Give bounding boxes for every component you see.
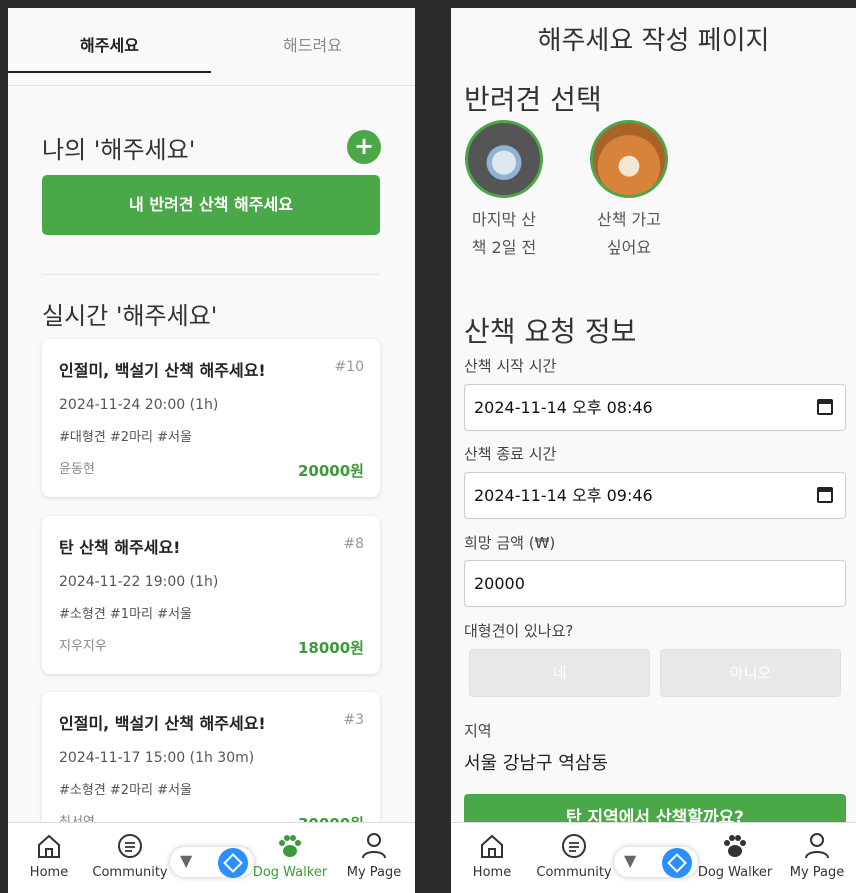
nav-community-label: Community — [92, 865, 168, 880]
pet-label-line: 마지막 산 — [472, 210, 536, 229]
end-time-label: 산책 종료 시간 — [464, 445, 557, 463]
card-tags: #소형견 #1마리 #서울 — [59, 607, 192, 622]
price-label: 희망 금액 (₩) — [464, 534, 556, 552]
card-author: 윤동현 — [59, 462, 95, 477]
region-value: 서울 강남구 역삼동 — [464, 753, 608, 774]
pet-option[interactable]: 마지막 산 책 2일 전 — [454, 120, 554, 262]
card-tags: #대형견 #2마리 #서울 — [59, 430, 192, 445]
nav-home[interactable]: Home — [465, 831, 519, 880]
card-title: 인절미, 백설기 산책 해주세요! — [59, 714, 266, 733]
pet-label-line: 산책 가고 — [597, 210, 661, 229]
tab-offer[interactable]: 해드려요 — [211, 32, 414, 56]
live-requests-title: 실시간 '해주세요' — [42, 302, 218, 330]
nav-dog-walker-label: Dog Walker — [252, 865, 328, 880]
pet-label: 마지막 산 책 2일 전 — [454, 206, 554, 262]
card-tags: #소형견 #2마리 #서울 — [59, 783, 192, 798]
tab-bar: 해주세요 해드려요 — [8, 8, 415, 86]
start-time-label: 산책 시작 시간 — [464, 357, 557, 375]
user-icon — [362, 833, 386, 859]
home-icon — [38, 834, 60, 858]
bottom-nav: Home Community ▼ Dog Walker My Page — [8, 822, 415, 893]
request-card[interactable]: 탄 산책 해주세요! #8 2024-11-22 19:00 (1h) #소형견… — [42, 516, 380, 674]
request-walk-button[interactable]: 내 반려견 산책 해주세요 — [42, 175, 380, 235]
region-label: 지역 — [464, 722, 492, 740]
walk-info-title: 산책 요청 정보 — [464, 315, 637, 348]
nav-community-label: Community — [536, 865, 612, 880]
yes-button[interactable]: 네 — [469, 649, 650, 697]
card-number: #3 — [343, 712, 364, 728]
card-title: 탄 산책 해주세요! — [59, 538, 181, 557]
user-icon — [805, 833, 829, 859]
nav-dog-walker-label: Dog Walker — [697, 865, 773, 880]
divider — [42, 274, 380, 275]
pet-avatar — [590, 120, 668, 198]
target-icon[interactable] — [662, 848, 692, 878]
price-input[interactable]: 20000 — [464, 560, 846, 607]
screen-request-list: 해주세요 해드려요 나의 '해주세요' + 내 반려견 산책 해주세요 실시간 … — [8, 8, 415, 893]
floating-widget[interactable]: ▼ — [614, 847, 698, 878]
card-price: 20000원 — [298, 462, 364, 480]
nav-home[interactable]: Home — [22, 831, 76, 880]
start-time-value: 2024-11-14 오후 08:46 — [474, 398, 653, 417]
nav-dog-walker[interactable]: Dog Walker — [252, 831, 328, 880]
pet-label-line: 책 2일 전 — [471, 238, 537, 257]
card-datetime: 2024-11-17 15:00 (1h 30m) — [59, 750, 255, 766]
price-value: 20000 — [474, 574, 525, 593]
calendar-icon[interactable] — [817, 487, 833, 503]
chevron-down-icon: ▼ — [624, 851, 637, 870]
pet-label: 산책 가고 싶어요 — [579, 206, 679, 262]
tab-request[interactable]: 해주세요 — [8, 32, 211, 56]
target-icon[interactable] — [218, 848, 248, 878]
my-requests-title: 나의 '해주세요' — [42, 136, 196, 164]
nav-my-page[interactable]: My Page — [342, 831, 406, 880]
card-number: #8 — [343, 536, 364, 552]
home-icon — [481, 834, 503, 858]
screen-request-form: 해주세요 작성 페이지 반려견 선택 마지막 산 책 2일 전 산책 가고 싶어… — [451, 8, 856, 893]
nav-community[interactable]: Community — [534, 831, 614, 880]
chevron-down-icon: ▼ — [180, 851, 193, 870]
nav-my-page-label: My Page — [789, 865, 845, 880]
card-datetime: 2024-11-24 20:00 (1h) — [59, 397, 219, 413]
paw-icon — [724, 835, 746, 857]
pet-label-line: 싶어요 — [606, 238, 652, 257]
community-icon — [562, 834, 586, 858]
nav-home-label: Home — [472, 865, 512, 880]
start-time-input[interactable]: 2024-11-14 오후 08:46 — [464, 384, 846, 431]
pet-avatar — [465, 120, 543, 198]
calendar-icon[interactable] — [817, 399, 833, 415]
community-icon — [118, 834, 142, 858]
card-author: 지우지우 — [59, 639, 107, 654]
bottom-nav: Home Community ▼ Dog Walker My Page — [451, 822, 856, 893]
pet-select-title: 반려견 선택 — [464, 83, 602, 116]
nav-home-label: Home — [29, 865, 69, 880]
floating-widget[interactable]: ▼ — [170, 847, 254, 878]
pet-option[interactable]: 산책 가고 싶어요 — [579, 120, 679, 262]
end-time-input[interactable]: 2024-11-14 오후 09:46 — [464, 472, 846, 519]
nav-dog-walker[interactable]: Dog Walker — [697, 831, 773, 880]
plus-icon[interactable]: + — [347, 130, 381, 164]
request-card[interactable]: 인절미, 백설기 산책 해주세요! #10 2024-11-24 20:00 (… — [42, 339, 380, 497]
nav-community[interactable]: Community — [90, 831, 170, 880]
paw-icon — [279, 835, 301, 857]
card-title: 인절미, 백설기 산책 해주세요! — [59, 361, 266, 380]
page-title: 해주세요 작성 페이지 — [537, 26, 770, 56]
no-button[interactable]: 아니오 — [660, 649, 841, 697]
nav-my-page-label: My Page — [346, 865, 402, 880]
end-time-value: 2024-11-14 오후 09:46 — [474, 486, 653, 505]
card-price: 18000원 — [298, 639, 364, 657]
card-number: #10 — [334, 359, 364, 375]
active-tab-indicator — [8, 71, 211, 73]
large-dog-label: 대형견이 있나요? — [464, 622, 574, 640]
nav-my-page[interactable]: My Page — [785, 831, 849, 880]
card-datetime: 2024-11-22 19:00 (1h) — [59, 574, 219, 590]
